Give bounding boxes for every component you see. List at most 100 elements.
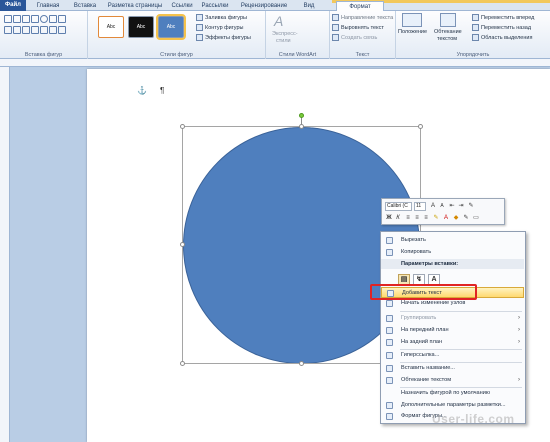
bold-icon[interactable]: Ж bbox=[385, 214, 393, 222]
menu-item-insert-caption-label: Вставить название... bbox=[401, 365, 455, 371]
paragraph-mark-icon: ¶ bbox=[160, 86, 165, 95]
menu-item-send-to-back[interactable]: На задний план › bbox=[381, 337, 524, 348]
italic-icon[interactable]: К bbox=[394, 214, 402, 222]
selection-pane-label: Область выделения bbox=[481, 34, 533, 41]
menu-item-cut[interactable]: Вырезать bbox=[381, 235, 524, 246]
shapes-gallery[interactable] bbox=[4, 14, 74, 44]
rotation-handle[interactable] bbox=[299, 113, 304, 118]
create-link-button[interactable]: Создать связь bbox=[332, 34, 377, 41]
grow-font-icon[interactable]: A bbox=[429, 202, 437, 210]
outline-color-icon[interactable]: ✎ bbox=[462, 214, 470, 222]
copy-icon bbox=[386, 249, 393, 256]
group-insert-shapes: Вставка фигур bbox=[0, 11, 88, 59]
wrap-label-2[interactable]: текстом bbox=[437, 36, 457, 42]
highlight-color-icon[interactable]: ✎ bbox=[432, 214, 440, 222]
shape-styles-icon[interactable]: ▭ bbox=[472, 214, 480, 222]
position-icon[interactable] bbox=[402, 13, 422, 27]
selection-pane-button[interactable]: Область выделения bbox=[472, 34, 532, 41]
shape-effects-button[interactable]: Эффекты фигуры bbox=[196, 34, 251, 41]
align-right-icon[interactable]: ≡ bbox=[422, 214, 430, 222]
menu-item-copy[interactable]: Копировать bbox=[381, 247, 524, 258]
font-name-box[interactable]: Calibri (C bbox=[385, 202, 412, 211]
group-arrange: Положение Обтекание текстом Переместить … bbox=[396, 11, 550, 59]
resize-handle-bottom-left[interactable] bbox=[180, 361, 185, 366]
align-text-icon bbox=[332, 24, 339, 31]
rectangle-shape-icon[interactable] bbox=[31, 15, 39, 23]
submenu-arrow-icon: › bbox=[518, 377, 520, 383]
send-backward-label: Переместить назад bbox=[481, 24, 532, 31]
send-backward-button[interactable]: Переместить назад bbox=[472, 24, 531, 31]
menu-item-group[interactable]: Группировать › bbox=[381, 313, 524, 324]
fill-color-icon[interactable]: ◆ bbox=[452, 214, 460, 222]
tab-mailings[interactable]: Рассылки bbox=[198, 1, 232, 11]
callout-shape-icon[interactable] bbox=[22, 26, 30, 34]
textbox-shape-icon[interactable] bbox=[4, 15, 12, 23]
tab-insert[interactable]: Вставка bbox=[68, 1, 102, 11]
resize-handle-left[interactable] bbox=[180, 242, 185, 247]
format-painter-icon[interactable]: ✎ bbox=[467, 202, 475, 210]
menu-item-bring-to-front[interactable]: На передний план › bbox=[381, 325, 524, 336]
font-color-icon[interactable]: A bbox=[442, 214, 450, 222]
shrink-font-icon[interactable]: A bbox=[438, 202, 446, 210]
resize-handle-top[interactable] bbox=[299, 124, 304, 129]
menu-item-insert-caption[interactable]: Вставить название... bbox=[381, 363, 524, 374]
ribbon-tab-bar: Файл Главная Вставка Разметка страницы С… bbox=[0, 0, 550, 12]
triangle-shape-icon[interactable] bbox=[49, 15, 57, 23]
send-to-back-icon bbox=[386, 339, 393, 346]
tab-review[interactable]: Рецензирование bbox=[234, 1, 294, 11]
pentagon-shape-icon[interactable] bbox=[40, 26, 48, 34]
star-shape-icon[interactable] bbox=[13, 26, 21, 34]
freeform-shape-icon[interactable] bbox=[49, 26, 57, 34]
align-center-icon[interactable]: ≡ bbox=[413, 214, 421, 222]
vertical-ruler[interactable] bbox=[0, 67, 10, 442]
shape-outline-button[interactable]: Контур фигуры bbox=[196, 24, 243, 31]
wordart-a-icon[interactable]: A bbox=[274, 13, 283, 29]
curve-shape-icon[interactable] bbox=[58, 15, 66, 23]
menu-item-wrap-text[interactable]: Обтекание текстом › bbox=[381, 375, 524, 386]
anchor-icon[interactable]: ⚓ bbox=[137, 86, 147, 95]
font-size-box[interactable]: 11 bbox=[414, 202, 426, 211]
block-arrow-shape-icon[interactable] bbox=[4, 26, 12, 34]
brace-shape-icon[interactable] bbox=[31, 26, 39, 34]
more-shapes-icon[interactable] bbox=[58, 26, 66, 34]
menu-item-set-default[interactable]: Назначить фигурой по умолчанию bbox=[381, 388, 524, 399]
paint-bucket-icon bbox=[196, 14, 203, 21]
wrap-text-icon[interactable] bbox=[440, 13, 456, 27]
style-sample-black[interactable]: Abc bbox=[128, 16, 154, 38]
align-text-button[interactable]: Выровнять текст bbox=[332, 24, 384, 31]
horizontal-ruler[interactable] bbox=[0, 59, 550, 67]
position-label[interactable]: Положение bbox=[398, 29, 427, 35]
group-wordart: A Экспресс- стили Стили WordArt bbox=[266, 11, 330, 59]
bring-forward-button[interactable]: Переместить вперед bbox=[472, 14, 534, 21]
group-label-text: Текст bbox=[355, 52, 370, 58]
increase-indent-icon[interactable]: ⇥ bbox=[457, 202, 465, 210]
resize-handle-top-left[interactable] bbox=[180, 124, 185, 129]
wrap-label-1[interactable]: Обтекание bbox=[434, 29, 462, 35]
align-left-icon[interactable]: ≡ bbox=[404, 214, 412, 222]
selection-pane-icon bbox=[472, 34, 479, 41]
oval-shape-icon[interactable] bbox=[40, 15, 48, 23]
submenu-arrow-icon: › bbox=[518, 339, 520, 345]
style-sample-blue[interactable]: Abc bbox=[156, 14, 186, 40]
arrow-shape-icon[interactable] bbox=[22, 15, 30, 23]
menu-item-bring-to-front-label: На передний план bbox=[401, 327, 449, 333]
menu-item-hyperlink-label: Гиперссылка... bbox=[401, 352, 440, 358]
text-direction-button[interactable]: Направление текста bbox=[332, 14, 393, 21]
menu-item-hyperlink[interactable]: Гиперссылка... bbox=[381, 350, 524, 361]
tab-file[interactable]: Файл bbox=[0, 0, 26, 11]
tab-view[interactable]: Вид bbox=[296, 1, 322, 11]
style-sample-orange[interactable]: Abc bbox=[98, 16, 124, 38]
pencil-icon bbox=[196, 24, 203, 31]
resize-handle-bottom[interactable] bbox=[299, 361, 304, 366]
group-label-shape-styles: Стили фигур bbox=[160, 52, 193, 58]
menu-item-more-layout-label: Дополнительные параметры разметки... bbox=[401, 402, 506, 408]
decrease-indent-icon[interactable]: ⇤ bbox=[448, 202, 456, 210]
express-styles-label-1: Экспресс- bbox=[272, 31, 298, 37]
tab-references[interactable]: Ссылки bbox=[168, 1, 196, 11]
shape-fill-button[interactable]: Заливка фигуры bbox=[196, 14, 247, 21]
tab-page-layout[interactable]: Разметка страницы bbox=[104, 1, 166, 11]
line-shape-icon[interactable] bbox=[13, 15, 21, 23]
resize-handle-top-right[interactable] bbox=[418, 124, 423, 129]
tab-home[interactable]: Главная bbox=[30, 1, 66, 11]
menu-item-more-layout[interactable]: Дополнительные параметры разметки... bbox=[381, 400, 524, 411]
